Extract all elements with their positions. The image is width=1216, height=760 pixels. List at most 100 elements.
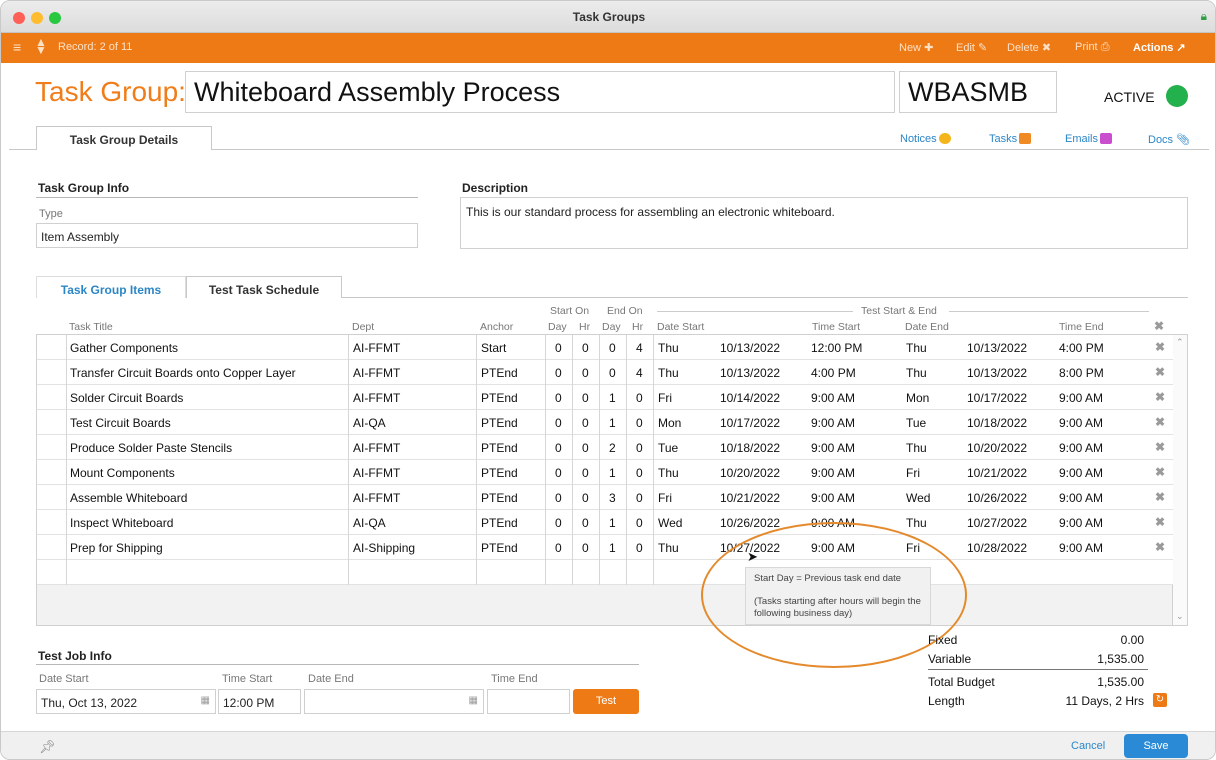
end-time-cell[interactable]: 9:00 AM	[1059, 466, 1103, 480]
calendar-icon[interactable]: ▦	[469, 695, 478, 706]
start-time-cell[interactable]: 9:00 AM	[811, 441, 855, 455]
anchor-cell[interactable]: Start	[481, 341, 506, 355]
task-group-name-field[interactable]: Whiteboard Assembly Process	[185, 71, 895, 113]
start-weekday-cell[interactable]: Wed	[658, 516, 682, 530]
col-start-day[interactable]: Day	[548, 321, 567, 333]
docs-link[interactable]: Docs 📎︎	[1148, 133, 1190, 146]
delete-row-x-icon[interactable]: ✖	[1155, 340, 1165, 354]
end-weekday-cell[interactable]: Wed	[906, 491, 930, 505]
end-day-cell[interactable]: 1	[609, 466, 616, 480]
table-row[interactable]: Produce Solder Paste Stencils AI-FFMT PTEn…	[37, 435, 1174, 460]
task-title-cell[interactable]: Solder Circuit Boards	[70, 391, 183, 405]
scroll-up-icon[interactable]: ⌃	[1176, 337, 1184, 348]
task-title-cell[interactable]: Assemble Whiteboard	[70, 491, 187, 505]
end-hr-cell[interactable]: 0	[636, 391, 643, 405]
start-day-cell[interactable]: 0	[555, 541, 562, 555]
end-weekday-cell[interactable]: Thu	[906, 341, 927, 355]
dept-cell[interactable]: AI-FFMT	[353, 341, 400, 355]
start-date-cell[interactable]: 10/17/2022	[720, 416, 780, 430]
end-date-cell[interactable]: 10/28/2022	[967, 541, 1027, 555]
end-time-cell[interactable]: 9:00 AM	[1059, 391, 1103, 405]
col-date-end[interactable]: Date End	[905, 321, 949, 333]
description-field[interactable]: This is our standard process for assembl…	[460, 197, 1188, 249]
start-weekday-cell[interactable]: Thu	[658, 541, 679, 555]
test-button[interactable]: Test	[573, 689, 639, 714]
start-hr-cell[interactable]: 0	[582, 491, 589, 505]
task-title-cell[interactable]: Gather Components	[70, 341, 178, 355]
tasks-link[interactable]: Tasks	[989, 133, 1032, 145]
end-date-cell[interactable]: 10/13/2022	[967, 341, 1027, 355]
end-time-cell[interactable]: 8:00 PM	[1059, 366, 1104, 380]
end-time-cell[interactable]: 9:00 AM	[1059, 491, 1103, 505]
anchor-cell[interactable]: PTEnd	[481, 541, 518, 555]
start-day-cell[interactable]: 0	[555, 441, 562, 455]
start-hr-cell[interactable]: 0	[582, 466, 589, 480]
start-date-cell[interactable]: 10/18/2022	[720, 441, 780, 455]
start-weekday-cell[interactable]: Fri	[658, 491, 672, 505]
dept-cell[interactable]: AI-FFMT	[353, 391, 400, 405]
time-start-field[interactable]: 12:00 PM	[218, 689, 301, 714]
end-date-cell[interactable]: 10/17/2022	[967, 391, 1027, 405]
end-time-cell[interactable]: 4:00 PM	[1059, 341, 1104, 355]
anchor-cell[interactable]: PTEnd	[481, 466, 518, 480]
start-hr-cell[interactable]: 0	[582, 516, 589, 530]
date-end-field[interactable]: ▦	[304, 689, 484, 714]
table-row[interactable]: Gather Components AI-FFMT Start 0 0 0 4 Thu 10/1…	[37, 335, 1174, 360]
end-day-cell[interactable]: 1	[609, 541, 616, 555]
task-title-cell[interactable]: Produce Solder Paste Stencils	[70, 441, 232, 455]
start-time-cell[interactable]: 9:00 AM	[811, 466, 855, 480]
start-time-cell[interactable]: 9:00 AM	[811, 416, 855, 430]
delete-row-x-icon[interactable]: ✖	[1155, 465, 1165, 479]
start-day-cell[interactable]: 0	[555, 391, 562, 405]
clear-all-x-icon[interactable]: ✖	[1154, 319, 1164, 333]
dept-cell[interactable]: AI-FFMT	[353, 491, 400, 505]
delete-button[interactable]: Delete ✖	[1007, 41, 1051, 54]
end-hr-cell[interactable]: 4	[636, 341, 643, 355]
start-weekday-cell[interactable]: Thu	[658, 366, 679, 380]
end-time-cell[interactable]: 9:00 AM	[1059, 416, 1103, 430]
start-weekday-cell[interactable]: Fri	[658, 391, 672, 405]
save-button[interactable]: Save	[1124, 734, 1188, 758]
start-day-cell[interactable]: 0	[555, 341, 562, 355]
new-button[interactable]: New ✚	[899, 41, 933, 54]
emails-link[interactable]: Emails	[1065, 133, 1113, 145]
end-date-cell[interactable]: 10/27/2022	[967, 516, 1027, 530]
col-date-start[interactable]: Date Start	[657, 321, 704, 333]
anchor-cell[interactable]: PTEnd	[481, 416, 518, 430]
end-hr-cell[interactable]: 0	[636, 441, 643, 455]
record-stepper-icon[interactable]: ▲ ▼	[35, 36, 47, 56]
end-weekday-cell[interactable]: Thu	[906, 366, 927, 380]
end-hr-cell[interactable]: 0	[636, 491, 643, 505]
table-row[interactable]: Mount Components AI-FFMT PTEnd 0 0 1 0 Thu 10/20…	[37, 460, 1174, 485]
start-date-cell[interactable]: 10/26/2022	[720, 516, 780, 530]
col-dept[interactable]: Dept	[352, 321, 374, 333]
date-start-field[interactable]: Thu, Oct 13, 2022 ▦	[36, 689, 216, 714]
tab-test-task-schedule[interactable]: Test Task Schedule	[186, 276, 342, 298]
delete-row-x-icon[interactable]: ✖	[1155, 515, 1165, 529]
table-row[interactable]: Solder Circuit Boards AI-FFMT PTEnd 0 0 1 0 Fri…	[37, 385, 1174, 410]
recalculate-icon[interactable]: ↻	[1153, 693, 1167, 707]
time-end-field[interactable]	[487, 689, 570, 714]
menu-icon[interactable]: ≡	[13, 39, 21, 55]
table-row[interactable]: Inspect Whiteboard AI-QA PTEnd 0 0 1 0 Wed 10/26…	[37, 510, 1174, 535]
anchor-cell[interactable]: PTEnd	[481, 491, 518, 505]
task-title-cell[interactable]: Test Circuit Boards	[70, 416, 171, 430]
start-day-cell[interactable]: 0	[555, 416, 562, 430]
delete-row-x-icon[interactable]: ✖	[1155, 390, 1165, 404]
end-hr-cell[interactable]: 4	[636, 366, 643, 380]
col-start-hr[interactable]: Hr	[579, 321, 590, 333]
col-time-start[interactable]: Time Start	[812, 321, 860, 333]
end-day-cell[interactable]: 1	[609, 516, 616, 530]
dept-cell[interactable]: AI-QA	[353, 516, 386, 530]
end-day-cell[interactable]: 3	[609, 491, 616, 505]
start-day-cell[interactable]: 0	[555, 516, 562, 530]
delete-row-x-icon[interactable]: ✖	[1155, 440, 1165, 454]
start-time-cell[interactable]: 4:00 PM	[811, 366, 856, 380]
delete-row-x-icon[interactable]: ✖	[1155, 365, 1165, 379]
delete-row-x-icon[interactable]: ✖	[1155, 490, 1165, 504]
start-date-cell[interactable]: 10/21/2022	[720, 491, 780, 505]
start-hr-cell[interactable]: 0	[582, 441, 589, 455]
start-weekday-cell[interactable]: Tue	[658, 441, 678, 455]
dept-cell[interactable]: AI-QA	[353, 416, 386, 430]
start-time-cell[interactable]: 9:00 AM	[811, 491, 855, 505]
